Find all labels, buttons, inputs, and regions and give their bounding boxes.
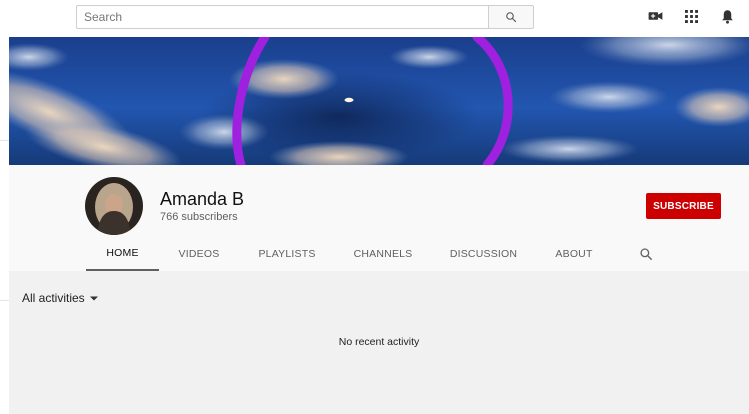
avatar-image <box>85 177 143 235</box>
divider <box>0 300 9 301</box>
banner-image <box>9 37 749 165</box>
channel-banner <box>9 37 749 165</box>
empty-state-message: No recent activity <box>338 336 420 348</box>
tab-videos[interactable]: VIDEOS <box>159 237 239 271</box>
tab-discussion[interactable]: DISCUSSION <box>431 237 536 271</box>
caret-down-icon <box>89 296 98 300</box>
subscriber-count: 766 subscribers <box>160 211 238 223</box>
subscribe-button[interactable]: SUBSCRIBE <box>646 193 721 219</box>
top-actions <box>647 8 735 24</box>
activities-filter-label: All activities <box>22 291 85 305</box>
apps-grid-icon <box>684 9 698 23</box>
video-camera-icon <box>648 12 662 20</box>
notifications-button[interactable] <box>719 8 735 24</box>
apps-button[interactable] <box>683 8 699 24</box>
tab-about[interactable]: ABOUT <box>536 237 612 271</box>
bell-icon <box>721 9 733 24</box>
search-button[interactable] <box>488 5 534 29</box>
activities-dropdown[interactable]: All activities <box>22 291 98 305</box>
create-video-button[interactable] <box>647 8 663 24</box>
search-input[interactable] <box>76 5 488 29</box>
search-icon <box>506 12 517 23</box>
search-box <box>76 5 534 29</box>
channel-header: Amanda B 766 subscribers SUBSCRIBE HOME … <box>9 165 749 271</box>
top-bar <box>0 0 749 37</box>
search-icon <box>640 248 652 260</box>
channel-name: Amanda B <box>160 189 245 209</box>
tab-playlists[interactable]: PLAYLISTS <box>239 237 335 271</box>
activity-feed: All activities No recent activity <box>9 271 749 414</box>
divider <box>0 140 9 141</box>
channel-tabs: HOME VIDEOS PLAYLISTS CHANNELS DISCUSSIO… <box>86 237 652 271</box>
avatar[interactable] <box>85 177 143 235</box>
tab-home[interactable]: HOME <box>86 237 159 271</box>
channel-search-button[interactable] <box>639 247 653 261</box>
tab-channels[interactable]: CHANNELS <box>335 237 431 271</box>
